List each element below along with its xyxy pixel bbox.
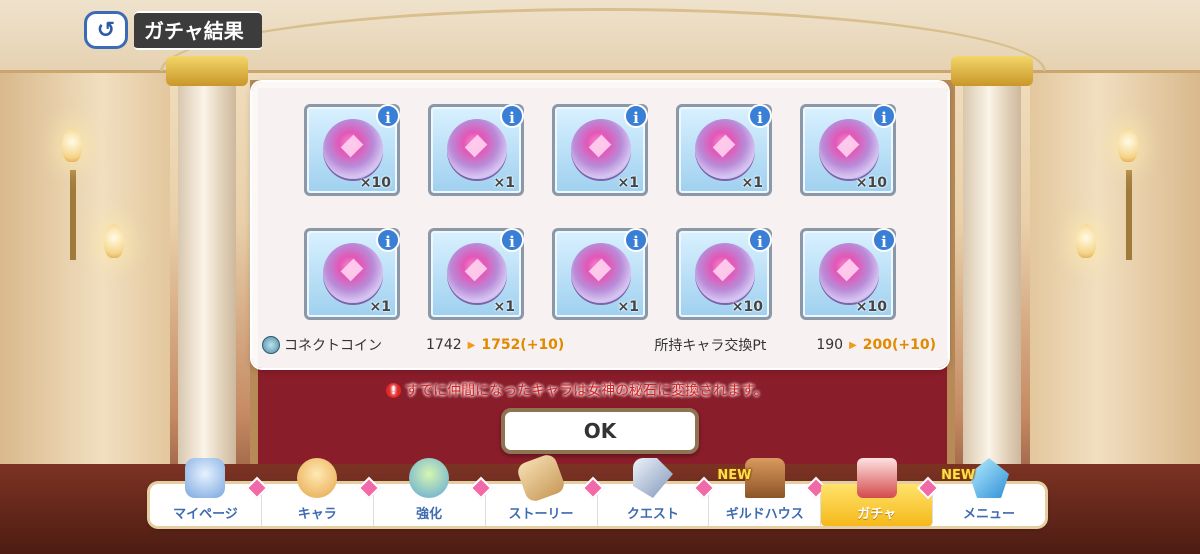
- goddess-stone-icon: [695, 243, 755, 303]
- item-quantity: ×1: [741, 175, 763, 191]
- conversion-notice: ! すでに仲間になったキャラは女神の秘石に変換されます。: [386, 380, 768, 400]
- pt-new-value: 200(+10): [862, 337, 936, 353]
- gacha-machine-icon: [856, 458, 897, 498]
- left-pillar: [166, 56, 248, 498]
- result-item[interactable]: i ×10: [304, 104, 400, 196]
- item-quantity: ×1: [369, 299, 391, 315]
- result-item[interactable]: i ×1: [428, 104, 524, 196]
- character-icon: [297, 458, 338, 498]
- item-quantity: ×10: [855, 175, 887, 191]
- nav-item-menu[interactable]: NEW メニュー: [933, 458, 1045, 526]
- info-button[interactable]: i: [376, 104, 400, 128]
- new-badge: NEW: [717, 468, 752, 483]
- orbs-icon: [409, 458, 450, 498]
- result-item[interactable]: i ×10: [676, 228, 772, 320]
- notice-text: すでに仲間になったキャラは女神の秘石に変換されます。: [405, 383, 768, 399]
- goddess-stone-icon: [695, 119, 755, 179]
- info-button[interactable]: i: [748, 228, 772, 252]
- info-button[interactable]: i: [624, 228, 648, 252]
- info-button[interactable]: i: [500, 104, 524, 128]
- warning-icon: !: [386, 382, 401, 398]
- goddess-stone-icon: [819, 243, 879, 303]
- goddess-stone-icon: [571, 119, 631, 179]
- page-title: ガチャ結果: [134, 10, 262, 50]
- ceiling-arch: [160, 8, 1046, 71]
- pt-label: 所持キャラ交換Pt: [654, 338, 767, 354]
- coin-new-value: 1752(+10): [481, 337, 565, 353]
- nav-label: 強化: [416, 507, 443, 522]
- goddess-stone-icon: [447, 119, 507, 179]
- info-button[interactable]: i: [748, 104, 772, 128]
- new-badge: NEW: [941, 468, 976, 483]
- back-button[interactable]: ↺: [84, 11, 128, 49]
- nav-item-guildhouse[interactable]: NEW ギルドハウス: [709, 458, 828, 526]
- nav-label: キャラ: [297, 507, 337, 522]
- header: ↺ ガチャ結果: [84, 10, 262, 50]
- goddess-stone-icon: [571, 243, 631, 303]
- currency-stats: コネクトコイン 1742 ▶ 1752(+10) 所持キャラ交換Pt 190 ▶…: [262, 332, 938, 358]
- goddess-stone-icon: [323, 243, 383, 303]
- nav-label: ガチャ: [857, 507, 897, 522]
- wall-lamp-left: [62, 128, 82, 162]
- goddess-stone-icon: [819, 119, 879, 179]
- goddess-stone-icon: [323, 119, 383, 179]
- nav-label: クエスト: [626, 507, 679, 522]
- right-pillar: [951, 56, 1033, 498]
- info-button[interactable]: i: [376, 228, 400, 252]
- item-quantity: ×1: [617, 175, 639, 191]
- item-quantity: ×1: [493, 175, 515, 191]
- info-button[interactable]: i: [872, 104, 896, 128]
- result-item[interactable]: i ×1: [552, 228, 648, 320]
- arrow-right-icon: ▶: [849, 339, 857, 351]
- result-item[interactable]: i ×1: [676, 104, 772, 196]
- item-quantity: ×1: [493, 299, 515, 315]
- result-item[interactable]: i ×1: [552, 104, 648, 196]
- wall-lamp-left-2: [104, 224, 124, 258]
- result-grid: i ×10 i ×1 i ×1 i ×1 i ×10 i ×1 i ×1 i ×1 i ×10 i…: [304, 104, 896, 320]
- wall-lamp-right-2: [1076, 224, 1096, 258]
- info-button[interactable]: i: [872, 228, 896, 252]
- nav-item-story[interactable]: ストーリー: [486, 452, 604, 526]
- arrow-right-icon: ▶: [467, 339, 476, 351]
- nav-item-gacha[interactable]: ガチャ: [821, 458, 940, 526]
- nav-item-quest[interactable]: クエスト: [598, 458, 716, 526]
- item-quantity: ×1: [617, 299, 639, 315]
- castle-icon: [185, 458, 226, 498]
- result-item[interactable]: i ×10: [800, 228, 896, 320]
- connect-coin-icon: [262, 336, 280, 354]
- goddess-stone-icon: [447, 243, 507, 303]
- wall-lamp-right: [1118, 128, 1138, 162]
- coin-label: コネクトコイン: [284, 338, 382, 354]
- pt-old-value: 190: [816, 337, 844, 353]
- item-quantity: ×10: [359, 175, 391, 191]
- coin-old-value: 1742: [426, 337, 462, 353]
- result-item[interactable]: i ×10: [800, 104, 896, 196]
- nav-item-mypage[interactable]: マイページ: [150, 458, 269, 526]
- info-button[interactable]: i: [500, 228, 524, 252]
- info-button[interactable]: i: [624, 104, 648, 128]
- nav-label: マイページ: [173, 507, 238, 522]
- item-quantity: ×10: [855, 299, 887, 315]
- result-item[interactable]: i ×1: [428, 228, 524, 320]
- back-arrow-icon: ↺: [96, 17, 116, 43]
- item-quantity: ×10: [731, 299, 763, 315]
- ok-button[interactable]: OK: [501, 408, 699, 454]
- gacha-result-panel: i ×10 i ×1 i ×1 i ×1 i ×10 i ×1 i ×1 i ×1 i ×10 i…: [252, 82, 948, 368]
- nav-item-chara[interactable]: キャラ: [262, 458, 381, 526]
- nav-label: メニュー: [963, 507, 1016, 522]
- bottom-nav: マイページ キャラ 強化 ストーリー クエスト NEW ギルドハウス ガチャ NE…: [150, 452, 1045, 526]
- nav-item-enhance[interactable]: 強化: [374, 458, 492, 526]
- nav-label: ストーリー: [508, 507, 574, 522]
- nav-label: ギルドハウス: [725, 507, 804, 522]
- result-item[interactable]: i ×1: [304, 228, 400, 320]
